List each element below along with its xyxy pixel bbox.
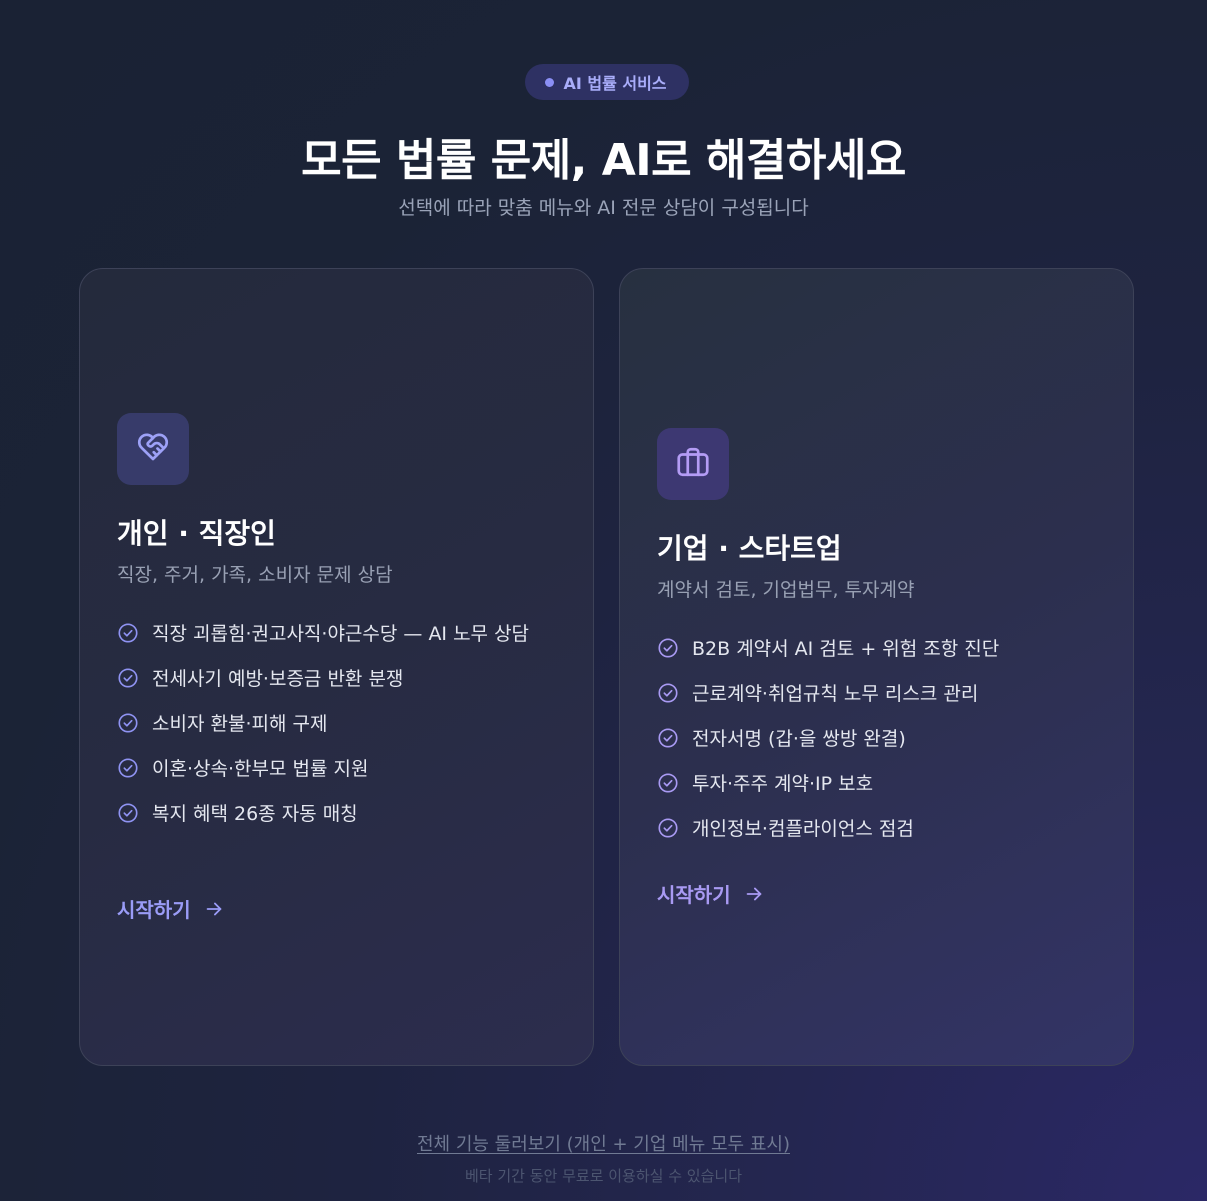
business-card[interactable]: 기업 · 스타트업 계약서 검토, 기업법무, 투자계약 B2B 계약서 AI … — [619, 268, 1134, 1066]
arrow-right-icon — [746, 887, 761, 900]
briefcase-icon — [675, 444, 711, 484]
list-item: 소비자 환불·피해 구제 — [117, 709, 557, 739]
personal-card-description: 직장, 주거, 가족, 소비자 문제 상담 — [117, 564, 393, 586]
check-circle-icon — [658, 638, 678, 658]
check-circle-icon — [118, 668, 138, 688]
check-circle-icon — [658, 728, 678, 748]
list-item: 전세사기 예방·보증금 반환 분쟁 — [117, 664, 557, 694]
list-item: 개인정보·컴플라이언스 점검 — [657, 814, 1097, 844]
personal-feature-list: 직장 괴롭힘·권고사직·야근수당 — AI 노무 상담 전세사기 예방·보증금 … — [117, 619, 557, 844]
list-item: 근로계약·취업규칙 노무 리스크 관리 — [657, 679, 1097, 709]
feature-text: 복지 혜택 26종 자동 매칭 — [152, 803, 358, 825]
business-icon-box — [657, 428, 729, 500]
business-start-label: 시작하기 — [657, 883, 731, 907]
business-feature-list: B2B 계약서 AI 검토 + 위험 조항 진단 근로계약·취업규칙 노무 리스… — [657, 634, 1097, 859]
feature-text: 근로계약·취업규칙 노무 리스크 관리 — [692, 683, 979, 705]
check-circle-icon — [118, 803, 138, 823]
badge-label: AI 법률 서비스 — [563, 74, 667, 93]
feature-text: 소비자 환불·피해 구제 — [152, 713, 328, 735]
check-circle-icon — [118, 758, 138, 778]
check-circle-icon — [118, 623, 138, 643]
business-card-title: 기업 · 스타트업 — [657, 532, 842, 565]
service-badge: AI 법률 서비스 — [525, 64, 689, 100]
feature-text: B2B 계약서 AI 검토 + 위험 조항 진단 — [692, 638, 1000, 660]
list-item: 투자·주주 계약·IP 보호 — [657, 769, 1097, 799]
business-card-description: 계약서 검토, 기업법무, 투자계약 — [657, 579, 915, 601]
list-item: 전자서명 (갑·을 쌍방 완결) — [657, 724, 1097, 754]
check-circle-icon — [658, 683, 678, 703]
badge-dot — [545, 77, 555, 87]
feature-text: 투자·주주 계약·IP 보호 — [692, 773, 874, 795]
feature-text: 전세사기 예방·보증금 반환 분쟁 — [152, 668, 404, 690]
beta-note: 베타 기간 동안 무료로 이용하실 수 있습니다 — [464, 1167, 742, 1185]
check-circle-icon — [118, 713, 138, 733]
arrow-right-icon — [206, 902, 221, 915]
personal-start-button[interactable]: 시작하기 — [117, 894, 225, 923]
feature-text: 전자서명 (갑·을 쌍방 완결) — [692, 728, 906, 750]
handshake-heart-icon — [135, 429, 171, 469]
view-all-features-row: 전체 기능 둘러보기 (개인 + 기업 메뉴 모두 표시) — [0, 1130, 1207, 1156]
list-item: 이혼·상속·한부모 법률 지원 — [117, 754, 557, 784]
page-subtitle: 선택에 따라 맞춤 메뉴와 AI 전문 상담이 구성됩니다 — [398, 197, 809, 219]
view-all-features-link[interactable]: 전체 기능 둘러보기 (개인 + 기업 메뉴 모두 표시) — [417, 1134, 790, 1155]
list-item: 복지 혜택 26종 자동 매칭 — [117, 799, 557, 829]
feature-text: 이혼·상속·한부모 법률 지원 — [152, 758, 369, 780]
personal-icon-box — [117, 413, 189, 485]
feature-text: 직장 괴롭힘·권고사직·야근수당 — AI 노무 상담 — [152, 623, 530, 645]
check-circle-icon — [658, 818, 678, 838]
personal-card-title: 개인 · 직장인 — [117, 517, 276, 550]
page-title: 모든 법률 문제, AI로 해결하세요 — [301, 135, 906, 186]
personal-card[interactable]: 개인 · 직장인 직장, 주거, 가족, 소비자 문제 상담 직장 괴롭힘·권고… — [79, 268, 594, 1066]
list-item: B2B 계약서 AI 검토 + 위험 조항 진단 — [657, 634, 1097, 664]
list-item: 직장 괴롭힘·권고사직·야근수당 — AI 노무 상담 — [117, 619, 557, 649]
check-circle-icon — [658, 773, 678, 793]
feature-text: 개인정보·컴플라이언스 점검 — [692, 818, 914, 840]
personal-start-label: 시작하기 — [117, 898, 191, 922]
business-start-button[interactable]: 시작하기 — [657, 879, 765, 908]
